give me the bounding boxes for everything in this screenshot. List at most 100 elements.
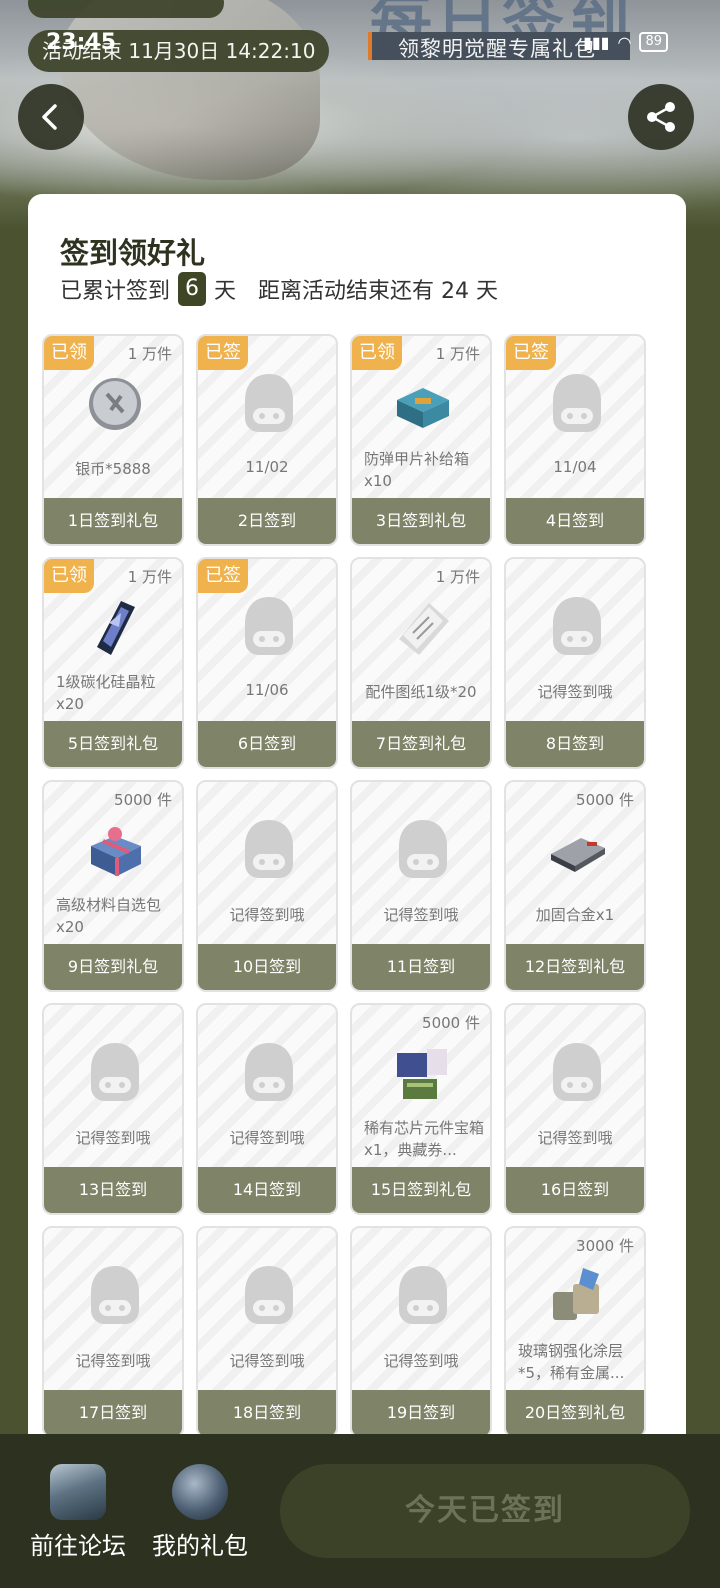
reward-description: 防弹甲片补给箱x10 (364, 450, 470, 490)
day-label: 6日签到 (198, 721, 336, 767)
day-cell[interactable]: 记得签到哦 16日签到 (504, 1003, 646, 1215)
supply-box-icon (393, 370, 453, 436)
stock-count: 5000 件 (114, 791, 172, 809)
forum-label: 前往论坛 (30, 1532, 126, 1560)
silver-coin-icon (85, 370, 145, 436)
coating-icon (547, 1262, 607, 1328)
author-pill (28, 0, 224, 18)
day-cell[interactable]: 1 万件配件图纸1级*20 7日签到礼包 (350, 557, 492, 769)
day-cell[interactable]: 已领 1 万件 银币*5888 1日签到礼包 (42, 334, 184, 546)
placeholder-icon (547, 370, 607, 436)
reward-description: 玻璃钢强化涂层*5，稀有金属... (518, 1342, 625, 1382)
share-button[interactable] (628, 84, 694, 150)
chip-chest-icon (393, 1039, 453, 1105)
day-label: 17日签到 (44, 1390, 182, 1436)
day-cell[interactable]: 记得签到哦 14日签到 (196, 1003, 338, 1215)
day-label: 19日签到 (352, 1390, 490, 1436)
day-label: 5日签到礼包 (44, 721, 182, 767)
forum-button[interactable]: 前往论坛 (28, 1464, 128, 1561)
banner-subtitle: 领黎明觉醒专属礼包 (398, 37, 596, 61)
placeholder-icon (239, 593, 299, 659)
reward-description: 11/04 (553, 458, 597, 476)
day-cell[interactable]: 5000 件高级材料自选包x20 9日签到礼包 (42, 780, 184, 992)
reward-description: 记得签到哦 (229, 1352, 305, 1370)
reward-description: 记得签到哦 (229, 906, 305, 924)
stock-count: 5000 件 (422, 1014, 480, 1032)
back-button[interactable] (18, 84, 84, 150)
status-icons: ▮▮▮ ◠ 89 (583, 32, 668, 52)
day-cell[interactable]: 5000 件加固合金x1 12日签到礼包 (504, 780, 646, 992)
reward-description: 记得签到哦 (537, 1129, 613, 1147)
day-cell[interactable]: 已领 1 万件防弹甲片补给箱x10 3日签到礼包 (350, 334, 492, 546)
forum-icon (50, 1464, 106, 1520)
stock-count: 1 万件 (435, 345, 480, 363)
stock-count: 1 万件 (435, 568, 480, 586)
day-cell[interactable]: 已签 11/02 2日签到 (196, 334, 338, 546)
placeholder-icon (239, 816, 299, 882)
my-gifts-button[interactable]: 我的礼包 (150, 1464, 250, 1561)
reward-description: 11/02 (245, 458, 289, 476)
signed-today-button[interactable]: 今天已签到 (280, 1464, 690, 1558)
day-cell[interactable]: 记得签到哦 13日签到 (42, 1003, 184, 1215)
day-cell[interactable]: 记得签到哦 10日签到 (196, 780, 338, 992)
placeholder-icon (393, 1262, 453, 1328)
gift-box-icon (85, 816, 145, 882)
day-label: 16日签到 (506, 1167, 644, 1213)
day-label: 11日签到 (352, 944, 490, 990)
placeholder-icon (547, 593, 607, 659)
stock-count: 5000 件 (576, 791, 634, 809)
day-label: 18日签到 (198, 1390, 336, 1436)
day-cell[interactable]: 已领 1 万件 1级碳化硅晶粒x20 5日签到礼包 (42, 557, 184, 769)
reward-description: 11/06 (245, 681, 289, 699)
day-label: 20日签到礼包 (506, 1390, 644, 1436)
bottom-bar: 前往论坛 我的礼包 今天已签到 (0, 1434, 720, 1588)
reward-description: 高级材料自选包x20 (56, 896, 162, 936)
reward-description: 配件图纸1级*20 (365, 683, 477, 701)
summary-unit: 天 (214, 279, 237, 304)
placeholder-icon (547, 1039, 607, 1105)
checkin-card: 签到领好礼 已累计签到 6 天 距离活动结束还有 24 天 已领 1 万件 银币*5… (28, 194, 686, 1444)
day-label: 4日签到 (506, 498, 644, 544)
reward-description: 1级碳化硅晶粒x20 (56, 673, 156, 713)
my-gifts-label: 我的礼包 (152, 1532, 248, 1560)
card-title: 签到领好礼 (60, 236, 206, 270)
summary-prefix: 已累计签到 (60, 279, 171, 304)
chevron-left-icon (42, 104, 57, 130)
day-label: 10日签到 (198, 944, 336, 990)
hero-artwork (60, 0, 320, 180)
status-time: 23:45 (46, 30, 117, 55)
day-label: 9日签到礼包 (44, 944, 182, 990)
day-cell[interactable]: 5000 件稀有芯片元件宝箱x1，典藏券... 15日签到礼包 (350, 1003, 492, 1215)
reward-description: 加固合金x1 (535, 906, 615, 924)
day-cell[interactable]: 记得签到哦 8日签到 (504, 557, 646, 769)
placeholder-icon (239, 1039, 299, 1105)
day-cell[interactable]: 已签 11/06 6日签到 (196, 557, 338, 769)
day-cell[interactable]: 记得签到哦 18日签到 (196, 1226, 338, 1438)
stock-count: 1 万件 (127, 568, 172, 586)
reward-description: 记得签到哦 (537, 683, 613, 701)
status-badge: 已领 (44, 336, 94, 370)
day-label: 7日签到礼包 (352, 721, 490, 767)
reward-description: 记得签到哦 (383, 906, 459, 924)
day-cell[interactable]: 记得签到哦 17日签到 (42, 1226, 184, 1438)
gift-avatar-icon (172, 1464, 228, 1520)
status-badge: 已领 (352, 336, 402, 370)
day-cell[interactable]: 3000 件玻璃钢强化涂层*5，稀有金属... 20日签到礼包 (504, 1226, 646, 1438)
day-label: 3日签到礼包 (352, 498, 490, 544)
placeholder-icon (393, 816, 453, 882)
status-badge: 已领 (44, 559, 94, 593)
day-label: 15日签到礼包 (352, 1167, 490, 1213)
reward-description: 记得签到哦 (229, 1129, 305, 1147)
reward-description: 记得签到哦 (75, 1352, 151, 1370)
checkin-summary: 已累计签到 6 天 距离活动结束还有 24 天 (60, 272, 498, 306)
day-cell[interactable]: 记得签到哦 19日签到 (350, 1226, 492, 1438)
blueprint-icon (393, 593, 453, 659)
day-cell[interactable]: 已签 11/04 4日签到 (504, 334, 646, 546)
wifi-icon: ◠ (617, 32, 632, 52)
day-cell[interactable]: 记得签到哦 11日签到 (350, 780, 492, 992)
alloy-icon (547, 816, 607, 882)
crystal-icon (85, 593, 145, 659)
day-label: 14日签到 (198, 1167, 336, 1213)
placeholder-icon (85, 1262, 145, 1328)
status-badge: 已签 (198, 559, 248, 593)
